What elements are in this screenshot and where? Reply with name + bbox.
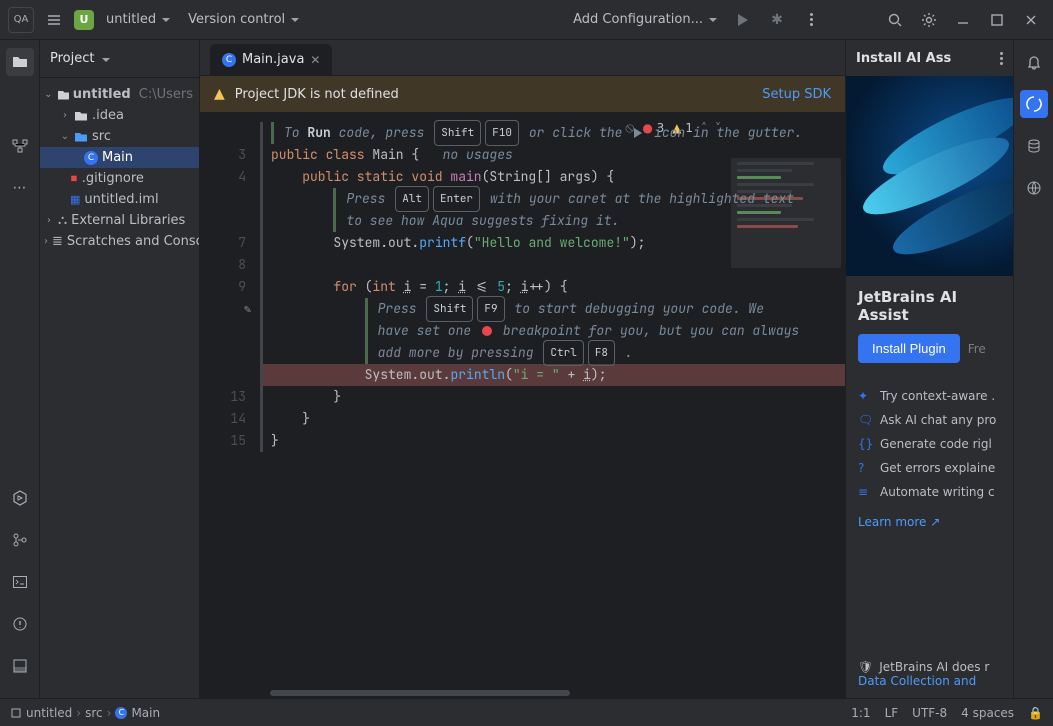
editor-area: C Main.java ✕ ▲ Project JDK is not defin… [200, 40, 845, 698]
ai-feature-3[interactable]: {}Generate code rigl [858, 437, 1001, 451]
code[interactable]: To Run code, press ShiftF10 or click the… [260, 112, 845, 698]
main-menu-icon[interactable] [40, 6, 68, 34]
ai-feature-5[interactable]: ≡Automate writing c [858, 485, 1001, 499]
left-tool-rail: ⋯ [0, 40, 40, 698]
ai-swirl-icon[interactable] [1020, 90, 1048, 118]
ai-header-title: Install AI Ass [856, 51, 951, 66]
bottom-tool-icon[interactable] [6, 652, 34, 680]
tree-idea[interactable]: › .idea [40, 105, 199, 126]
ai-title: JetBrains AI Assist [858, 288, 1001, 324]
top-toolbar: QA U untitled Version control Add Config… [0, 0, 1053, 40]
structure-icon[interactable] [6, 132, 34, 160]
right-tool-rail [1013, 40, 1053, 698]
app-logo: QA [8, 7, 34, 33]
vcs-dropdown[interactable]: Version control [182, 8, 305, 31]
indent[interactable]: 4 spaces [961, 706, 1014, 720]
tree-ext-libs[interactable]: › ⛬ External Libraries [40, 210, 199, 231]
ai-feature-4[interactable]: ?Get errors explaine [858, 461, 1001, 475]
caret-position[interactable]: 1:1 [851, 706, 870, 720]
breadcrumb[interactable]: untitled› src› C Main [10, 706, 160, 720]
tree-gitignore[interactable]: ◆ .gitignore [40, 168, 199, 189]
search-icon[interactable] [881, 6, 909, 34]
run-icon[interactable] [729, 6, 757, 34]
breakpoint[interactable] [200, 364, 246, 386]
project-dropdown[interactable]: untitled [100, 8, 176, 31]
close-window-icon[interactable] [1017, 6, 1045, 34]
encoding[interactable]: UTF-8 [912, 706, 947, 720]
editor-tabbar: C Main.java ✕ [200, 40, 845, 76]
tree-main[interactable]: C Main [40, 147, 199, 168]
services-icon[interactable] [6, 484, 34, 512]
tree-iml[interactable]: ▦ untitled.iml [40, 189, 199, 210]
warning-icon: ▲ [214, 86, 225, 102]
database-icon[interactable] [1020, 132, 1048, 160]
editor-body[interactable]: ⦸ ● 3 ▲ 1 ˄ ˅ 3 4 7 8 9 ✎ [200, 112, 845, 698]
banner-text: Project JDK is not defined [235, 87, 399, 102]
free-label: Fre [968, 342, 986, 356]
learn-more-link[interactable]: Learn more ↗ [858, 515, 1001, 529]
debug-icon[interactable]: ✱ [763, 6, 791, 34]
tree-src[interactable]: ⌄ src [40, 126, 199, 147]
ai-assistant-panel: Install AI Ass JetBrains AI Assist Insta… [845, 40, 1013, 698]
ai-feature-2[interactable]: 🗨Ask AI chat any pro [858, 413, 1001, 427]
project-panel-header[interactable]: Project [40, 40, 199, 78]
horizontal-scrollbar[interactable] [200, 688, 845, 698]
setup-sdk-link[interactable]: Setup SDK [762, 87, 831, 102]
terminal-icon[interactable] [6, 568, 34, 596]
project-badge: U [74, 10, 94, 30]
install-plugin-button[interactable]: Install Plugin [858, 334, 960, 363]
globe-icon[interactable] [1020, 174, 1048, 202]
tab-close-icon[interactable]: ✕ [310, 53, 320, 67]
pencil-icon[interactable]: ✎ [244, 298, 251, 320]
run-config-dropdown[interactable]: Add Configuration... [567, 8, 723, 31]
readonly-lock-icon[interactable]: 🔒 [1028, 706, 1043, 720]
settings-icon[interactable] [915, 6, 943, 34]
project-view-icon[interactable] [6, 48, 34, 76]
line-sep[interactable]: LF [885, 706, 899, 720]
vcs-icon[interactable] [6, 526, 34, 554]
status-bar: untitled› src› C Main 1:1 LF UTF-8 4 spa… [0, 698, 1053, 726]
gutter[interactable]: 3 4 7 8 9 ✎ 13 14 15 [200, 112, 260, 698]
ai-hero-image [846, 76, 1013, 276]
problems-icon[interactable] [6, 610, 34, 638]
jdk-warning-banner: ▲ Project JDK is not defined Setup SDK [200, 76, 845, 112]
ai-feature-1[interactable]: ✦Try context-aware . [858, 389, 1001, 403]
ai-footer: 🛡JetBrains AI does r Data Collection and [846, 650, 1013, 698]
project-panel: Project ⌄ untitled C:\Users › .idea ⌄ sr… [40, 40, 200, 698]
more-tools-icon[interactable]: ⋯ [6, 174, 34, 202]
ai-options-icon[interactable] [1000, 52, 1003, 65]
notifications-icon[interactable] [1020, 48, 1048, 76]
more-actions-icon[interactable] [797, 6, 825, 34]
project-tree: ⌄ untitled C:\Users › .idea ⌄ src C Main… [40, 78, 199, 258]
minimize-window-icon[interactable] [949, 6, 977, 34]
tab-label: Main.java [242, 52, 304, 67]
tree-scratches[interactable]: › ≣ Scratches and Consoles [40, 231, 199, 252]
editor-tab-main[interactable]: C Main.java ✕ [210, 44, 332, 75]
data-collection-link[interactable]: Data Collection and [858, 674, 976, 688]
maximize-window-icon[interactable] [983, 6, 1011, 34]
tree-root[interactable]: ⌄ untitled C:\Users [40, 84, 199, 105]
